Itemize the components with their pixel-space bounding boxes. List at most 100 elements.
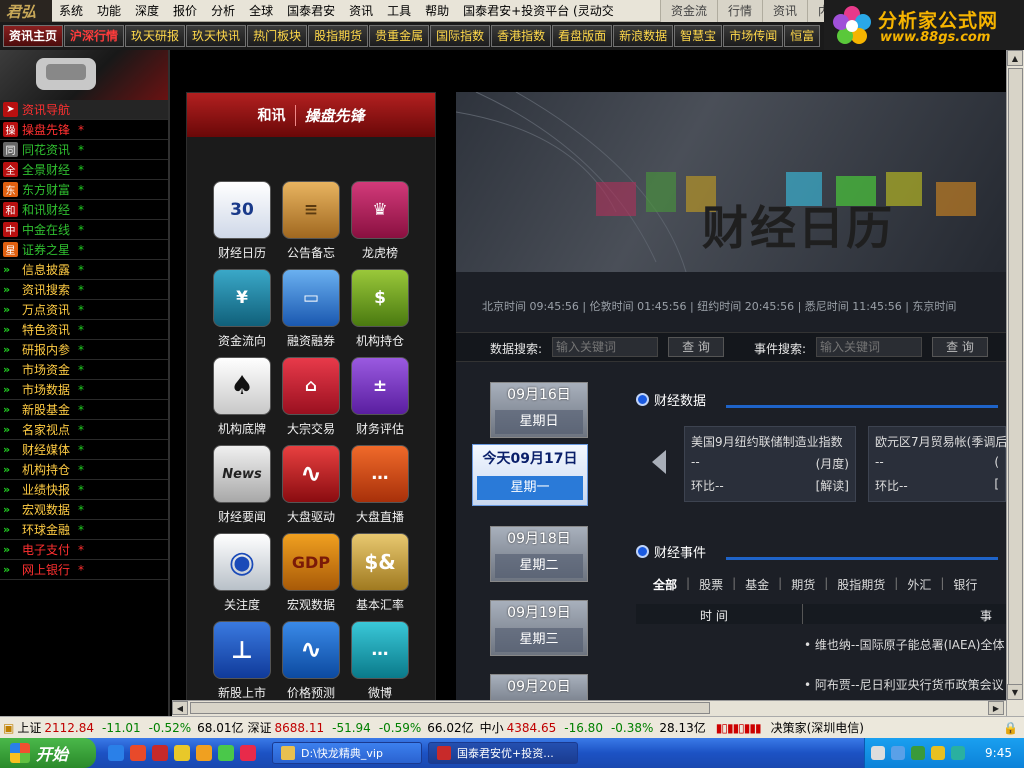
sidebar-item-holdings[interactable]: » 机构持仓 * xyxy=(0,460,168,480)
sidebar-item-macro[interactable]: » 宏观数据 * xyxy=(0,500,168,520)
event-row[interactable]: • 维也纳--国际原子能总署(IAEA)全体 xyxy=(804,636,1004,653)
sidebar-item-hexun[interactable]: 和 和讯财经 * xyxy=(0,200,168,220)
shield-icon[interactable] xyxy=(931,746,945,760)
tab-quotes[interactable]: 行情 xyxy=(717,0,763,22)
sidebar-header[interactable]: ➤ 资讯导航 xyxy=(0,100,168,120)
menu-analysis[interactable]: 分析 xyxy=(204,0,242,22)
sidebar-item-ebank[interactable]: » 网上银行 * xyxy=(0,560,168,580)
toolbar-sina-data[interactable]: 新浪数据 xyxy=(613,25,674,47)
sidebar-item-quanjing[interactable]: 全 全景财经 * xyxy=(0,160,168,180)
date-card-0916[interactable]: 09月16日 星期日 xyxy=(490,382,588,438)
sidebar-item-caopan[interactable]: 操 操盘先锋 * xyxy=(0,120,168,140)
lock-icon[interactable]: 🔒 xyxy=(1000,721,1024,735)
app-icon[interactable] xyxy=(218,745,234,761)
ie-icon[interactable] xyxy=(108,745,124,761)
sidebar-item-cnfol[interactable]: 中 中金在线 * xyxy=(0,220,168,240)
tile-market-drive[interactable]: ∿ 大盘驱动 xyxy=(280,445,342,531)
sidebar-item-experts[interactable]: » 名家视点 * xyxy=(0,420,168,440)
sidebar-item-market-funds[interactable]: » 市场资金 * xyxy=(0,360,168,380)
menu-quote[interactable]: 报价 xyxy=(166,0,204,22)
sidebar-item-disclosure[interactable]: » 信息披露 * xyxy=(0,260,168,280)
event-tab-banks[interactable]: 银行 xyxy=(944,576,986,593)
sidebar-item-market-data[interactable]: » 市场数据 * xyxy=(0,380,168,400)
horizontal-scrollbar[interactable]: ◀ ▶ xyxy=(172,700,1006,716)
volume-icon[interactable] xyxy=(951,746,965,760)
tile-capital-flow[interactable]: ¥ 资金流向 xyxy=(211,269,273,355)
scroll-up-icon[interactable]: ▲ xyxy=(1007,50,1023,66)
zx-index[interactable]: 4384.65 xyxy=(504,721,557,735)
tile-ipo[interactable]: ⊥ 新股上市 xyxy=(211,621,273,700)
sidebar-item-wandian[interactable]: » 万点资讯 * xyxy=(0,300,168,320)
tile-exchange-rate[interactable]: $& 基本汇率 xyxy=(349,533,411,619)
menu-tools[interactable]: 工具 xyxy=(380,0,418,22)
toolbar-intl-index[interactable]: 国际指数 xyxy=(430,25,491,47)
scroll-down-icon[interactable]: ▼ xyxy=(1007,684,1023,700)
toolbar-rumors[interactable]: 市场传闻 xyxy=(723,25,784,47)
toolbar-zhihuibao[interactable]: 智慧宝 xyxy=(674,25,723,47)
taskbar-trading-window[interactable]: 国泰君安优+投资... xyxy=(428,742,578,764)
tile-attention[interactable]: ◉ 关注度 xyxy=(211,533,273,619)
app-icon[interactable] xyxy=(152,745,168,761)
start-button[interactable]: 开始 xyxy=(0,738,96,768)
menu-system[interactable]: 系统 xyxy=(52,0,90,22)
toolbar-precious-metals[interactable]: 贵重金属 xyxy=(369,25,430,47)
event-tab-futures[interactable]: 期货 xyxy=(782,576,824,593)
date-card-0920[interactable]: 09月20日 xyxy=(490,674,588,700)
keyboard-icon[interactable] xyxy=(871,746,885,760)
toolbar-layout[interactable]: 看盘版面 xyxy=(552,25,613,47)
sidebar-item-epayment[interactable]: » 电子支付 * xyxy=(0,540,168,560)
tile-inst-cards[interactable]: ♠ 机构底牌 xyxy=(211,357,273,443)
scroll-thumb[interactable] xyxy=(190,702,710,714)
event-tab-index-futures[interactable]: 股指期货 xyxy=(828,576,894,593)
date-card-today[interactable]: 今天09月17日 星期一 xyxy=(472,444,588,506)
tile-block-trade[interactable]: ⌂ 大宗交易 xyxy=(280,357,342,443)
sh-index[interactable]: 2112.84 xyxy=(41,721,94,735)
folder-icon[interactable] xyxy=(174,745,190,761)
app-icon[interactable] xyxy=(240,745,256,761)
tile-dragon-tiger[interactable]: ♛ 龙虎榜 xyxy=(349,181,411,267)
tile-weibo[interactable]: … 微博 xyxy=(349,621,411,700)
tile-inst-holdings[interactable]: $ 机构持仓 xyxy=(349,269,411,355)
prev-arrow-icon[interactable] xyxy=(652,450,666,474)
toolbar-hk-index[interactable]: 香港指数 xyxy=(491,25,552,47)
sidebar-item-tonghua[interactable]: 同 同花资讯 * xyxy=(0,140,168,160)
tile-price-forecast[interactable]: ∿ 价格预测 xyxy=(280,621,342,700)
menu-help[interactable]: 帮助 xyxy=(418,0,456,22)
menu-news[interactable]: 资讯 xyxy=(342,0,380,22)
date-card-0919[interactable]: 09月19日 星期三 xyxy=(490,600,588,656)
tab-news[interactable]: 资讯 xyxy=(762,0,808,22)
sz-index[interactable]: 8688.11 xyxy=(272,721,325,735)
scroll-left-icon[interactable]: ◀ xyxy=(172,701,188,715)
interpret-link[interactable]: [解读] xyxy=(816,477,849,494)
event-tab-funds[interactable]: 基金 xyxy=(736,576,778,593)
tile-calendar[interactable]: 30 财经日历 xyxy=(211,181,273,267)
toolbar-hengfu[interactable]: 恒富 xyxy=(784,25,821,47)
data-card-ny-fed[interactable]: 美国9月纽约联储制造业指数 -- (月度) 环比-- [解读] xyxy=(684,426,856,502)
network-icon[interactable] xyxy=(911,746,925,760)
scroll-thumb[interactable] xyxy=(1008,68,1023,688)
tray-clock[interactable]: 9:45 xyxy=(985,746,1012,760)
tile-margin[interactable]: ▭ 融资融券 xyxy=(280,269,342,355)
tile-financial-eval[interactable]: ± 财务评估 xyxy=(349,357,411,443)
taskbar-folder-window[interactable]: D:\快龙精典_vip xyxy=(272,742,422,764)
toolbar-hs-quotes[interactable]: 沪深行情 xyxy=(64,25,125,47)
data-search-button[interactable]: 查 询 xyxy=(668,337,724,357)
toolbar-news-home[interactable]: 资讯主页 xyxy=(3,25,64,47)
tile-headlines[interactable]: News 财经要闻 xyxy=(211,445,273,531)
event-search-input[interactable] xyxy=(816,337,922,357)
date-card-0918[interactable]: 09月18日 星期二 xyxy=(490,526,588,582)
tile-market-live[interactable]: … 大盘直播 xyxy=(349,445,411,531)
toolbar-index-futures[interactable]: 股指期货 xyxy=(308,25,369,47)
sidebar-item-research[interactable]: » 研报内参 * xyxy=(0,340,168,360)
sidebar-item-search[interactable]: » 资讯搜索 * xyxy=(0,280,168,300)
sidebar-item-global-finance[interactable]: » 环球金融 * xyxy=(0,520,168,540)
toolbar-hot-sectors[interactable]: 热门板块 xyxy=(247,25,308,47)
event-tab-all[interactable]: 全部 xyxy=(644,576,686,593)
event-search-button[interactable]: 查 询 xyxy=(932,337,988,357)
vertical-scrollbar[interactable]: ▲ ▼ xyxy=(1006,50,1024,716)
tab-capital-flow[interactable]: 资金流 xyxy=(660,0,718,22)
menu-function[interactable]: 功能 xyxy=(90,0,128,22)
menu-global[interactable]: 全球 xyxy=(242,0,280,22)
menu-depth[interactable]: 深度 xyxy=(128,0,166,22)
toolbar-flash[interactable]: 玖天快讯 xyxy=(186,25,247,47)
